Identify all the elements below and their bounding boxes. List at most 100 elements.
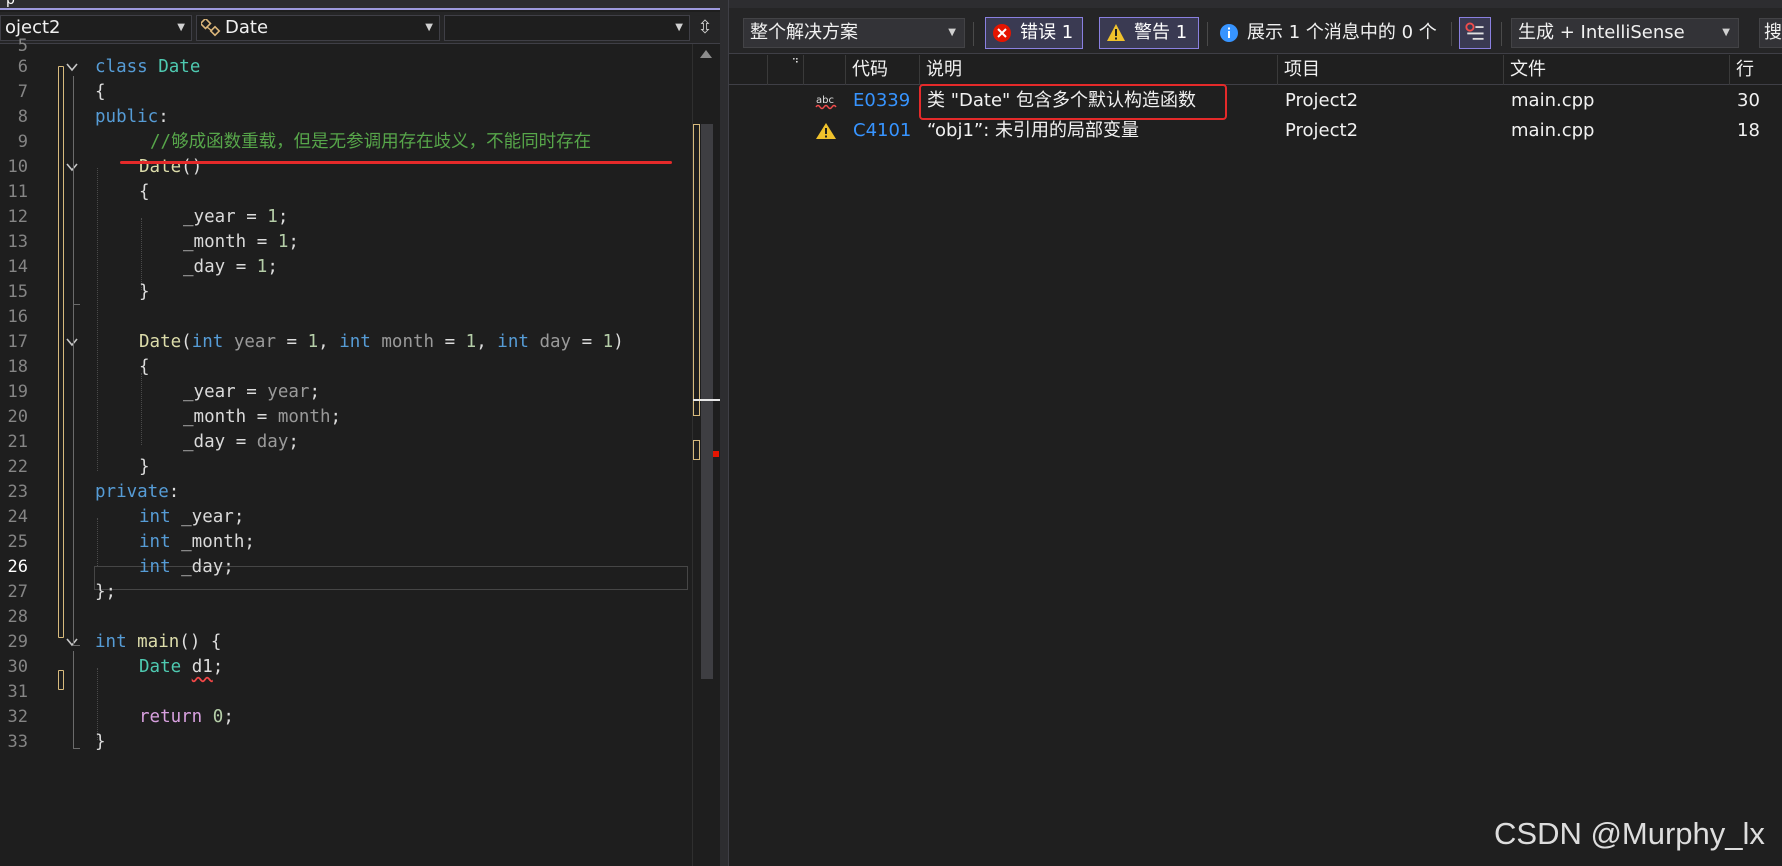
punct: ;: [233, 507, 245, 527]
keyword: int: [139, 532, 171, 552]
param: day: [528, 332, 572, 352]
error-list-row[interactable]: C4101 “obj1”: 未引用的局部变量 Project2 main.cpp…: [729, 116, 1782, 146]
chevron-down-icon: ▼: [425, 22, 433, 33]
scope-dropdown[interactable]: Date ▼: [196, 15, 440, 41]
scroll-up-arrow-icon[interactable]: [700, 50, 712, 58]
code-line: _month = month;: [183, 405, 341, 430]
chevron-down-icon: ▼: [675, 22, 683, 33]
filter-list-icon: [1465, 22, 1484, 40]
search-error-list-input[interactable]: 搜索: [1759, 18, 1782, 48]
class-name: Date: [158, 57, 201, 77]
code-line: int _year;: [139, 505, 244, 530]
column-header-line[interactable]: 行: [1729, 55, 1782, 85]
line-number-current: 26: [7, 557, 28, 577]
error-circle-icon: [993, 24, 1011, 42]
op: =: [225, 432, 257, 452]
error-project: Project2: [1285, 90, 1359, 111]
overview-change-marker: [693, 124, 700, 416]
line-number: 18: [7, 357, 28, 377]
editor-tab-strip[interactable]: p: [0, 0, 720, 10]
toolbar-separator: [1501, 22, 1502, 46]
member: _day: [183, 257, 226, 277]
warnings-filter-toggle[interactable]: 警告 1: [1099, 17, 1199, 49]
collapse-chevron-icon[interactable]: [66, 61, 78, 73]
line-number: 15: [7, 282, 28, 302]
warning-code-link[interactable]: C4101: [853, 116, 911, 146]
pane-splitter[interactable]: [720, 0, 728, 866]
sort-indicator-icon: ⠙: [791, 58, 799, 69]
error-list-row[interactable]: abc E0339 类 "Date" 包含多个默认构造函数 Project2 m…: [729, 86, 1782, 116]
punct: () {: [179, 632, 222, 652]
editor-tab-fragment[interactable]: p: [6, 0, 15, 8]
split-editor-icon[interactable]: ⇳: [694, 18, 716, 40]
line-number: 32: [7, 707, 28, 727]
warning-icon: [816, 123, 836, 139]
number: 1: [307, 332, 319, 352]
scrollbar-thumb[interactable]: [701, 124, 713, 679]
red-annotation-underline: [120, 161, 672, 164]
collapse-chevron-icon[interactable]: [66, 636, 78, 648]
keyword: int: [139, 507, 171, 527]
line-number: 27: [7, 582, 28, 602]
line-number: 24: [7, 507, 28, 527]
column-header-file[interactable]: 文件: [1503, 55, 1729, 85]
punct: ,: [476, 332, 498, 352]
fold-guide: [73, 651, 74, 749]
messages-filter-label: 展示 1 个消息中的 0 个: [1247, 22, 1437, 43]
error-file: main.cpp: [1511, 90, 1595, 111]
punct: ;: [330, 407, 342, 427]
header-sort-icon[interactable]: ⠙: [767, 55, 803, 85]
line-number: 8: [17, 107, 28, 127]
code-editor-pane: p oject2 ▼ Date ▼ ▼ ⇳ 5 6 7 8 9 10 11 12…: [0, 0, 720, 866]
code-line: }: [139, 457, 150, 477]
line-number: 20: [7, 407, 28, 427]
number: 1: [602, 332, 614, 352]
op: =: [246, 407, 278, 427]
column-header-code[interactable]: 代码: [845, 55, 919, 85]
punct: :: [168, 482, 180, 502]
column-header-project[interactable]: 项目: [1277, 55, 1503, 85]
toolbar-separator: [973, 22, 974, 46]
warnings-filter-label: 警告 1: [1134, 22, 1188, 43]
punct: ;: [244, 532, 255, 552]
keyword: private: [95, 482, 169, 502]
member-dropdown[interactable]: ▼: [444, 15, 690, 41]
punct: ;: [212, 657, 224, 677]
punct: ;: [277, 207, 289, 227]
punct: ;: [223, 557, 234, 577]
member: _day: [170, 557, 224, 577]
errors-filter-label: 错误 1: [1020, 22, 1074, 43]
editor-scrollbar[interactable]: [692, 44, 720, 866]
header-category[interactable]: [803, 55, 845, 85]
code-comment: //够成函数重载，但是无参调用存在歧义，不能同时存在: [150, 132, 592, 152]
code-line: }: [139, 282, 150, 302]
error-squiggle-variable[interactable]: d1: [192, 657, 213, 677]
number: 1: [267, 207, 278, 227]
code-line: {: [95, 82, 106, 102]
op: =: [235, 382, 268, 402]
line-number: 19: [7, 382, 28, 402]
punct: :: [158, 107, 169, 127]
punct: ;: [288, 432, 299, 452]
build-intellisense-dropdown[interactable]: 生成 + IntelliSense ▼: [1511, 18, 1739, 48]
header-blank[interactable]: [729, 55, 767, 85]
line-number: 22: [7, 457, 28, 477]
function-name: Date: [139, 157, 182, 177]
scope-filter-dropdown[interactable]: 整个解决方案 ▼: [743, 18, 965, 48]
messages-filter-toggle[interactable]: 展示 1 个消息中的 0 个: [1217, 18, 1437, 48]
error-list-tab-strip[interactable]: [729, 0, 1782, 8]
collapse-chevron-icon[interactable]: [66, 336, 78, 348]
project-dropdown[interactable]: oject2 ▼: [0, 15, 192, 41]
filter-settings-button[interactable]: [1459, 17, 1491, 49]
overview-error-marker: [713, 451, 719, 457]
spell-error-icon: abc: [815, 95, 837, 110]
line-number: 17: [7, 332, 28, 352]
errors-filter-toggle[interactable]: 错误 1: [985, 17, 1083, 49]
column-header-description[interactable]: 说明: [919, 55, 1277, 85]
collapse-chevron-icon[interactable]: [66, 161, 78, 173]
code-area[interactable]: class Date { public: //够成函数重载，但是无参调用存在歧义…: [95, 44, 695, 866]
number: 1: [465, 332, 477, 352]
keyword: class: [95, 57, 148, 77]
error-code-link[interactable]: E0339: [853, 86, 910, 116]
